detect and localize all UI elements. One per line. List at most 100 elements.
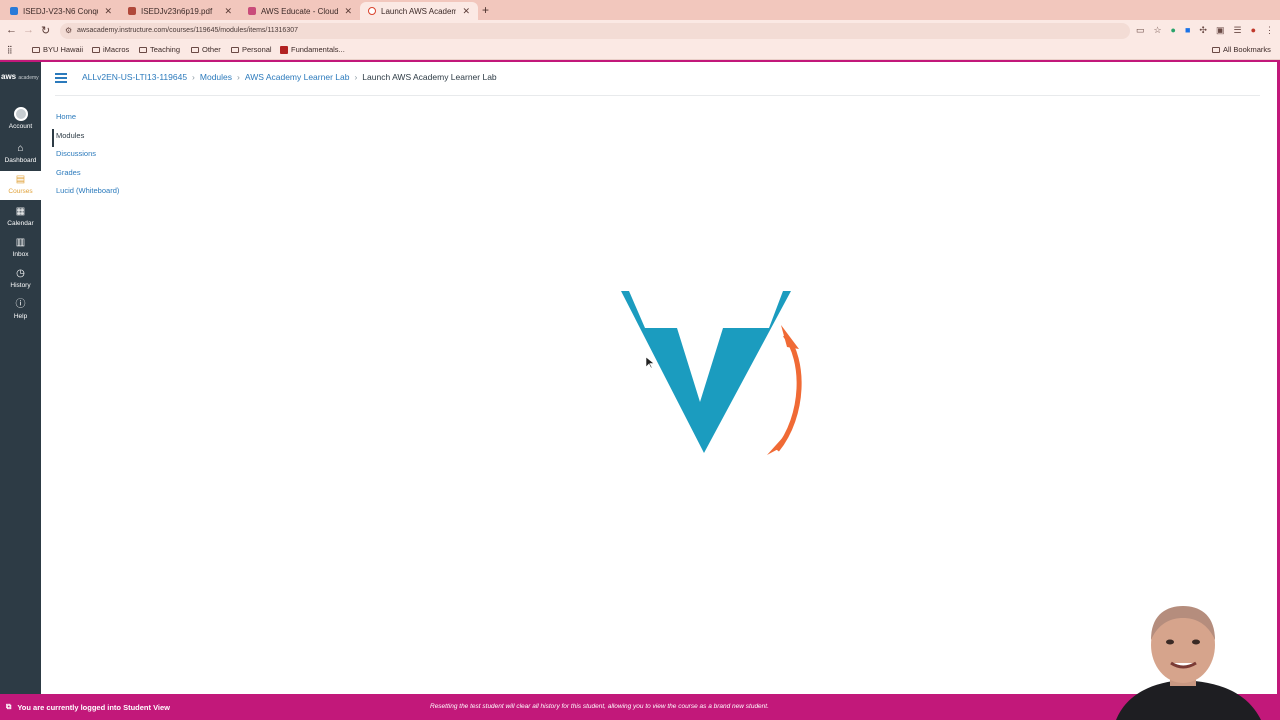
tab-title: ISEDJv23n6p19.pdf — [141, 6, 213, 16]
profile-avatar-icon[interactable]: ● — [1251, 25, 1256, 36]
menu-icon[interactable]: ☰ — [1233, 25, 1241, 36]
bookmark-folder[interactable]: iMacros — [92, 45, 129, 54]
apps-grid-icon[interactable]: ⣿ — [7, 45, 13, 54]
globalnav-history[interactable]: ◷ History — [0, 268, 41, 289]
chevron-right-icon: › — [237, 72, 240, 82]
plus-icon[interactable]: + — [482, 3, 489, 17]
loader-v-shape — [621, 291, 791, 453]
logo-text: aws — [1, 72, 17, 81]
coursenav-modules[interactable]: Modules — [52, 128, 119, 147]
inbox-icon: ▥ — [15, 237, 26, 248]
tab-title: ISEDJ-V23-N6 Conquer — [23, 6, 98, 16]
folder-icon — [1212, 46, 1220, 53]
bookmark-label: iMacros — [103, 45, 130, 54]
close-tab-icon[interactable]: ✕ — [462, 6, 470, 17]
breadcrumb-module-link[interactable]: AWS Academy Learner Lab — [245, 72, 350, 82]
logo-subtext: academy — [18, 75, 39, 81]
globalnav-account[interactable]: Account — [0, 107, 41, 130]
bookmark-label: Fundamentals... — [291, 45, 345, 54]
help-icon: ⓘ — [15, 299, 26, 310]
folder-icon — [139, 46, 147, 53]
bookmarks-bar: ⣿ BYU Hawaii iMacros Teaching Other Pers… — [0, 42, 1280, 60]
divider — [55, 95, 1260, 96]
globalnav-label: Courses — [8, 188, 33, 195]
bookmark-label: All Bookmarks — [1223, 45, 1271, 54]
browser-tab[interactable]: ISEDJ-V23-N6 Conquer ✕ — [2, 2, 120, 20]
tab-title: Launch AWS Academy Le — [381, 6, 457, 16]
globalnav-label: Account — [8, 123, 33, 130]
url-bar[interactable]: ⚙ awsacademy.instructure.com/courses/119… — [60, 23, 1130, 39]
avatar-icon — [13, 107, 28, 121]
bookmark-label: Other — [202, 45, 221, 54]
browser-tab[interactable]: AWS Educate - Cloud Sk ✕ — [240, 2, 360, 20]
tab-title: AWS Educate - Cloud Sk — [261, 6, 339, 16]
bookmark-folder[interactable]: Other — [191, 45, 221, 54]
student-view-notice: Resetting the test student will clear al… — [430, 703, 769, 710]
loading-logo — [621, 291, 802, 455]
bookmark-label: BYU Hawaii — [43, 45, 84, 54]
bookmark-icon — [280, 45, 288, 54]
bookmark-label: Personal — [242, 45, 272, 54]
breadcrumb: ALLv2EN-US-LTI13-119645 › Modules › AWS Acad… — [82, 72, 497, 82]
bookmark-folder[interactable]: Teaching — [139, 45, 180, 54]
globalnav-inbox[interactable]: ▥ Inbox — [0, 237, 41, 258]
reload-icon[interactable]: ↻ — [41, 24, 50, 37]
dashboard-icon: ⌂ — [17, 143, 24, 154]
loader-arrowhead-bottom — [767, 435, 785, 455]
folder-icon — [191, 46, 199, 53]
close-tab-icon[interactable]: ✕ — [104, 6, 112, 17]
bookmark-folder[interactable]: Personal — [231, 45, 272, 54]
globalnav-help[interactable]: ⓘ Help — [0, 299, 41, 320]
globalnav-label: Help — [13, 313, 28, 320]
kebab-menu-icon[interactable]: ⋮ — [1265, 25, 1274, 36]
breadcrumb-current: Launch AWS Academy Learner Lab — [362, 72, 497, 82]
globalnav-label: Inbox — [12, 251, 29, 258]
globalnav-courses[interactable]: ▤ Courses — [0, 171, 41, 200]
globalnav-dashboard[interactable]: ⌂ Dashboard — [0, 143, 41, 164]
bookmark-folder[interactable]: BYU Hawaii — [32, 45, 83, 54]
aws-academy-logo[interactable]: aws academy — [1, 72, 39, 81]
tab-favicon-icon — [128, 7, 136, 15]
globalnav-calendar[interactable]: ▦ Calendar — [0, 206, 41, 227]
forward-arrow-icon[interactable]: → — [23, 24, 34, 36]
globalnav-label: History — [10, 282, 31, 289]
calendar-icon: ▦ — [15, 206, 26, 217]
folder-icon — [32, 46, 40, 53]
chevron-right-icon: › — [192, 72, 195, 82]
bookmark-link[interactable]: Fundamentals... — [280, 45, 345, 54]
student-view-icon: ⧉ — [6, 702, 12, 711]
breadcrumb-modules-link[interactable]: Modules — [200, 72, 232, 82]
course-menu-toggle-icon[interactable] — [55, 73, 67, 85]
close-tab-icon[interactable]: ✕ — [344, 6, 352, 17]
back-arrow-icon[interactable]: ← — [6, 24, 17, 36]
close-tab-icon[interactable]: ✕ — [224, 6, 232, 17]
extension-icon[interactable]: ● — [1171, 25, 1176, 36]
student-view-status: You are currently logged into Student Vi… — [17, 702, 171, 712]
puzzle-icon[interactable]: ✣ — [1199, 25, 1207, 36]
coursenav-home[interactable]: Home — [52, 110, 119, 129]
browser-tab-strip: ISEDJ-V23-N6 Conquer ✕ ISEDJv23n6p19.pdf… — [0, 0, 1280, 20]
breadcrumb-course-link[interactable]: ALLv2EN-US-LTI13-119645 — [82, 72, 187, 82]
browser-tab-active[interactable]: Launch AWS Academy Le ✕ — [360, 2, 478, 20]
extension-icon[interactable]: ■ — [1185, 25, 1190, 36]
webcam-presenter-overlay — [1096, 606, 1280, 720]
coursenav-discussions[interactable]: Discussions — [52, 147, 119, 166]
coursenav-lucid-whiteboard[interactable]: Lucid (Whiteboard) — [52, 184, 119, 203]
sidepanel-icon[interactable]: ▣ — [1216, 25, 1225, 36]
coursenav-grades[interactable]: Grades — [52, 166, 119, 185]
star-icon[interactable]: ☆ — [1153, 25, 1161, 36]
book-icon: ▤ — [15, 174, 26, 185]
tab-favicon-icon — [248, 7, 256, 15]
loader-refresh-arrow-icon — [775, 333, 802, 452]
student-view-banner: ⧉ You are currently logged into Student … — [0, 694, 1280, 720]
globalnav-label: Dashboard — [4, 157, 37, 164]
course-navigation: Home Modules Discussions Grades Lucid (W… — [52, 110, 119, 203]
browser-tab[interactable]: ISEDJv23n6p19.pdf ✕ — [120, 2, 240, 20]
all-bookmarks[interactable]: All Bookmarks — [1212, 45, 1271, 54]
install-app-icon[interactable]: ▭ — [1136, 25, 1145, 36]
site-info-icon[interactable]: ⚙ — [65, 23, 72, 39]
bookmark-label: Teaching — [150, 45, 181, 54]
chevron-right-icon: › — [354, 72, 358, 82]
globalnav-label: Calendar — [7, 220, 34, 227]
tab-favicon-icon — [368, 7, 376, 15]
